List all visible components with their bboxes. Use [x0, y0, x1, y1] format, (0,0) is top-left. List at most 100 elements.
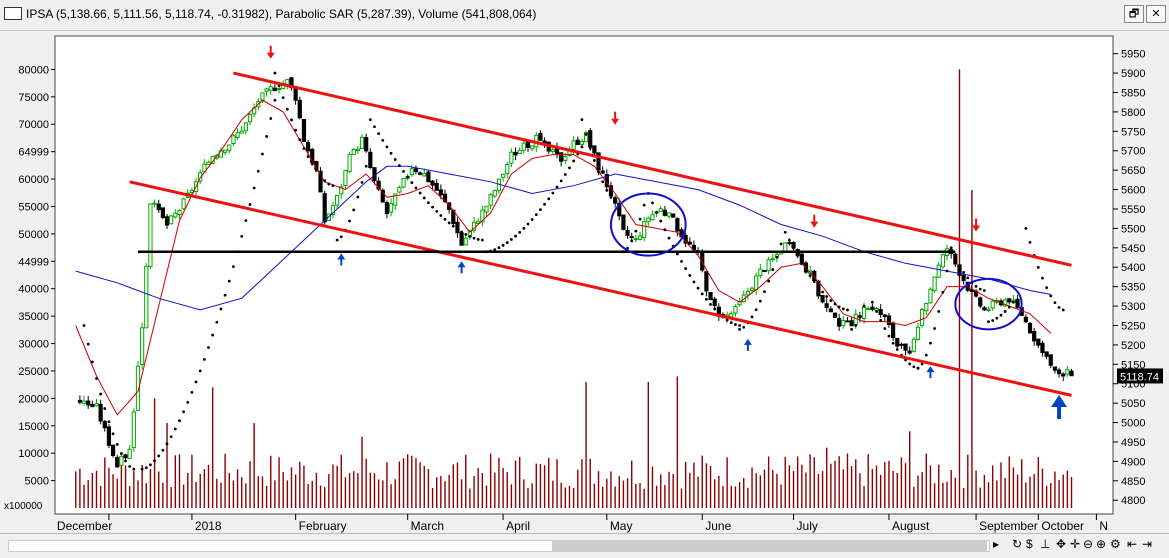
- month-label: May: [610, 519, 633, 533]
- candle-body: [530, 145, 535, 150]
- zoom-in-icon[interactable]: ⊕: [1096, 537, 1106, 551]
- candle-body: [434, 183, 439, 191]
- sar-dot: [982, 289, 986, 292]
- scroll-begin-icon[interactable]: ⇤: [1127, 537, 1137, 551]
- sar-dot: [696, 286, 700, 290]
- sar-dot: [190, 390, 194, 394]
- candle-body: [517, 149, 522, 154]
- scroll-right-icon[interactable]: ▸: [993, 537, 999, 551]
- volume-tick-label: 60000: [18, 174, 49, 186]
- sar-dot: [526, 222, 530, 226]
- candle: [932, 276, 937, 293]
- crosshair-icon[interactable]: ✥: [1056, 537, 1066, 551]
- candle-body: [335, 194, 340, 206]
- candle-body: [932, 276, 937, 292]
- candle-body: [866, 308, 871, 311]
- sar-dot: [95, 377, 98, 380]
- sar-dot: [953, 258, 957, 261]
- candle-body: [347, 154, 352, 172]
- candle-body: [671, 213, 676, 218]
- candle-body: [1007, 298, 1012, 303]
- volume-tick-label: 64999: [18, 147, 49, 159]
- volume-tick-label: 35000: [18, 311, 49, 323]
- volume-multiplier-label: x100000: [4, 501, 43, 512]
- candle-body: [152, 202, 157, 205]
- candle-body: [235, 132, 240, 138]
- pin-icon[interactable]: ⊥: [1040, 537, 1050, 551]
- candle-body: [563, 156, 568, 161]
- sar-dot: [551, 191, 555, 195]
- price-tick-label: 4900: [1121, 456, 1145, 468]
- sar-dot: [1057, 306, 1061, 309]
- sar-dot: [451, 224, 455, 228]
- candle-body: [223, 149, 228, 153]
- sar-dot: [149, 463, 152, 467]
- zoom-out-icon[interactable]: ⊖: [1083, 537, 1093, 551]
- candle-body: [1032, 330, 1037, 342]
- sar-dot: [870, 300, 874, 304]
- refresh-icon[interactable]: ↻: [1012, 537, 1022, 551]
- sar-dot: [563, 173, 567, 176]
- sar-dot: [588, 146, 592, 150]
- restore-button[interactable]: 🗗: [1124, 5, 1144, 23]
- settings-icon[interactable]: ⚙: [1110, 537, 1121, 551]
- candle-body: [770, 258, 775, 261]
- sar-dot: [1061, 308, 1065, 312]
- candle-body: [650, 214, 655, 221]
- candle-body: [422, 173, 427, 177]
- sar-dot: [427, 201, 430, 205]
- scroll-end-icon[interactable]: ⇥: [1142, 537, 1152, 551]
- sar-dot: [630, 239, 634, 243]
- sar-dot: [248, 203, 252, 206]
- candle-body: [1056, 369, 1062, 375]
- candle-body: [488, 194, 493, 206]
- candle-body: [1052, 366, 1058, 371]
- candle-body: [500, 174, 506, 178]
- candle-body: [646, 217, 651, 223]
- sar-dot: [754, 308, 758, 312]
- candle-body: [388, 203, 394, 213]
- sar-dot: [651, 201, 654, 205]
- pan-icon[interactable]: ✛: [1070, 537, 1080, 551]
- scrollbar-thumb[interactable]: [552, 541, 987, 551]
- candle: [347, 151, 352, 173]
- sar-dot: [987, 320, 990, 323]
- sar-dot: [402, 170, 405, 173]
- sar-dot: [298, 138, 302, 142]
- close-button[interactable]: ✕: [1146, 5, 1166, 23]
- candle-body: [384, 202, 390, 215]
- candle-body: [787, 242, 792, 245]
- candle-body: [505, 163, 510, 175]
- candle-body: [907, 350, 912, 354]
- price-tick-label: 5600: [1121, 185, 1145, 197]
- month-label: June: [705, 519, 731, 533]
- candle-body: [177, 210, 182, 215]
- sar-dot: [958, 264, 961, 268]
- currency-icon[interactable]: $: [1026, 537, 1033, 551]
- candle: [318, 167, 323, 193]
- sar-dot: [468, 235, 472, 238]
- sar-dot: [447, 221, 451, 225]
- price-tick-label: 4850: [1121, 476, 1145, 488]
- candle: [131, 408, 136, 452]
- month-label: August: [892, 519, 930, 533]
- price-tick-label: 5900: [1121, 68, 1145, 80]
- candle: [144, 263, 149, 329]
- sar-dot: [966, 276, 970, 280]
- horizontal-scrollbar[interactable]: [8, 540, 990, 552]
- price-tick-label: 5700: [1121, 146, 1145, 158]
- sar-dot: [655, 210, 659, 214]
- candle-body: [928, 288, 933, 304]
- sar-dot: [837, 305, 841, 309]
- volume-axis: 80000 75000 70000 64999 60000 55000 50000 44999…: [18, 64, 55, 488]
- sar-dot: [111, 432, 115, 436]
- sar-dot: [688, 274, 692, 277]
- candle-body: [1065, 369, 1070, 375]
- sar-dot: [464, 232, 468, 236]
- price-chart[interactable]: 5950 5900 5850 5800 5750 5700 5650 5600 5550 5500…: [0, 30, 1169, 533]
- sar-dot: [348, 219, 351, 223]
- sar-dot: [547, 197, 551, 201]
- candle-body: [841, 320, 846, 326]
- sar-dot: [319, 174, 322, 178]
- sar-dot: [555, 185, 559, 189]
